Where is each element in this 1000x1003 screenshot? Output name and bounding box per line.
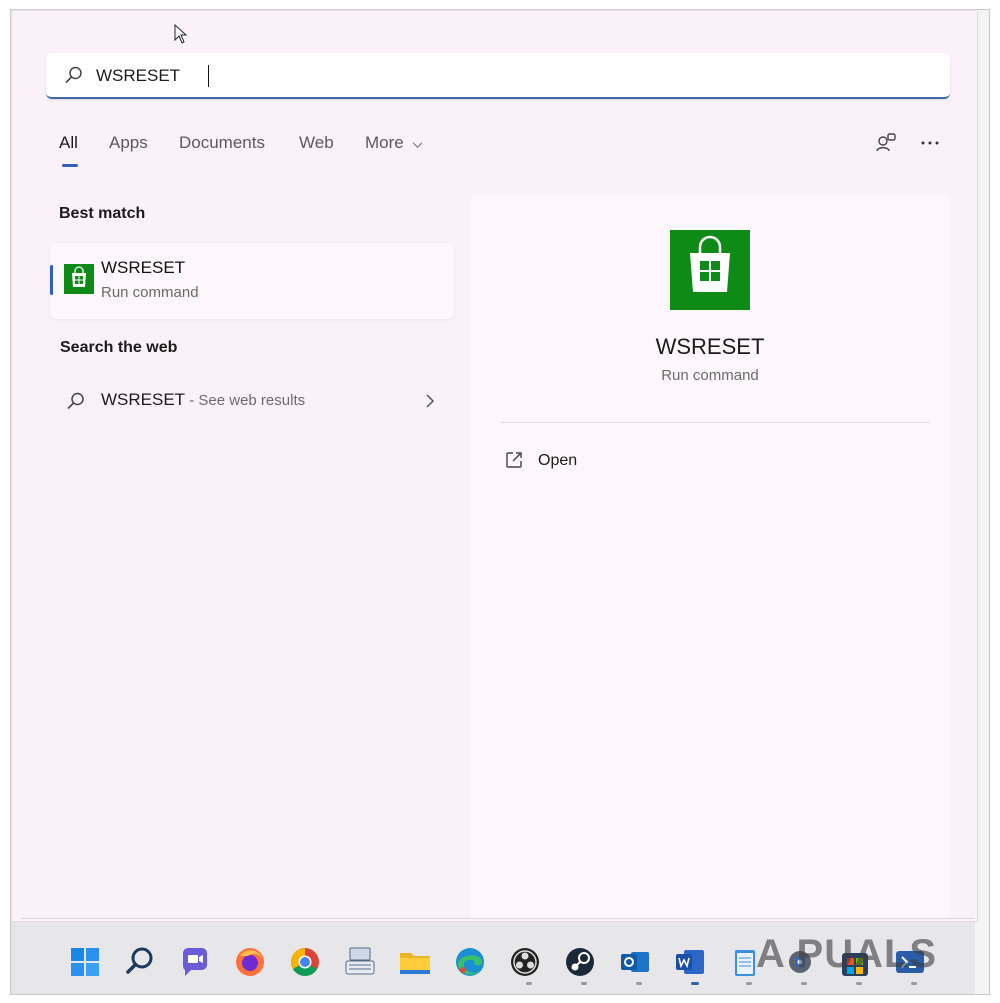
web-result-query: WSRESET — [101, 390, 186, 409]
start-search-panel: All Apps Documents Web More — [12, 11, 978, 922]
microsoft-store-icon — [670, 230, 750, 310]
result-detail-pane: WSRESET Run command Open — [470, 194, 950, 919]
search-input[interactable] — [96, 63, 916, 89]
chat-icon[interactable] — [177, 944, 213, 980]
outlook-icon[interactable] — [617, 944, 653, 980]
file-explorer-icon[interactable] — [397, 944, 433, 980]
word-icon[interactable] — [672, 944, 708, 980]
text-caret — [208, 65, 209, 87]
keyboard-app-icon[interactable] — [342, 944, 378, 980]
chevron-right-icon — [424, 393, 436, 409]
running-indicator — [581, 982, 587, 985]
taskbar-divider — [21, 918, 975, 919]
tab-web[interactable]: Web — [299, 133, 334, 153]
edge-icon[interactable] — [452, 944, 488, 980]
search-icon — [66, 391, 86, 411]
best-match-heading: Best match — [59, 205, 146, 222]
running-indicator — [746, 982, 752, 985]
obs-icon[interactable] — [507, 944, 543, 980]
windows-start-icon[interactable] — [67, 944, 103, 980]
chevron-down-icon — [412, 134, 423, 154]
best-match-title: WSRESET — [101, 258, 186, 277]
account-switch-icon[interactable] — [874, 131, 898, 155]
more-options-icon[interactable] — [918, 131, 942, 155]
tab-documents[interactable]: Documents — [179, 133, 265, 153]
watermark-text: A PUALS — [756, 932, 938, 976]
open-label: Open — [538, 452, 578, 469]
open-action[interactable]: Open — [500, 446, 920, 478]
tab-more[interactable]: More — [365, 133, 423, 154]
mouse-cursor-icon — [174, 23, 188, 44]
web-result-text: WSRESET - See web results — [101, 390, 305, 410]
firefox-icon[interactable] — [232, 944, 268, 980]
running-indicator — [526, 982, 532, 985]
open-external-icon — [504, 450, 524, 470]
appuals-watermark: A PUALS — [756, 928, 976, 984]
search-box[interactable] — [46, 53, 950, 99]
tab-apps[interactable]: Apps — [109, 133, 148, 153]
microsoft-store-icon — [64, 264, 94, 294]
active-tab-indicator — [62, 164, 78, 167]
selection-indicator — [50, 265, 53, 295]
search-icon — [64, 65, 84, 85]
tab-all[interactable]: All — [59, 133, 78, 153]
detail-title: WSRESET — [655, 334, 765, 359]
tab-more-label: More — [365, 133, 404, 152]
search-icon[interactable] — [122, 944, 158, 980]
detail-subtitle: Run command — [661, 367, 759, 384]
search-web-heading: Search the web — [60, 339, 178, 356]
active-app-indicator — [691, 982, 699, 985]
running-indicator — [636, 982, 642, 985]
best-match-subtitle: Run command — [101, 284, 199, 301]
chrome-icon[interactable] — [287, 944, 323, 980]
divider — [500, 422, 930, 423]
web-result-suffix: - See web results — [185, 392, 306, 409]
desktop-frame: All Apps Documents Web More — [10, 9, 990, 995]
web-result-row[interactable]: WSRESET - See web results — [50, 381, 454, 421]
best-match-result[interactable]: WSRESET Run command — [50, 243, 454, 319]
steam-icon[interactable] — [562, 944, 598, 980]
